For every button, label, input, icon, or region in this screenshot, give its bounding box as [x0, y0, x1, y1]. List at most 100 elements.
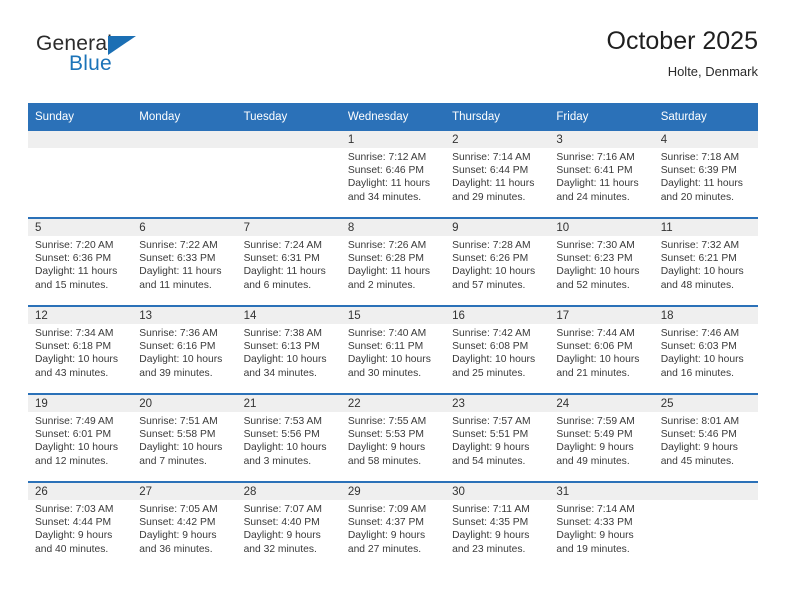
sunrise-text: Sunrise: 7:38 AM — [243, 328, 322, 339]
day-number: 6 — [132, 219, 237, 236]
day-details: Sunrise: 7:22 AM Sunset: 6:33 PM Daylight:… — [132, 236, 236, 292]
sunrise-text: Sunrise: 7:51 AM — [139, 416, 218, 427]
daylight-text-line1: Daylight: 10 hours — [347, 354, 431, 366]
calendar-day-cell[interactable]: 27 Sunrise: 7:05 AM Sunset: 4:42 PM Dayligh… — [132, 481, 237, 569]
daylight-text-line2: and 36 minutes. — [139, 543, 213, 555]
day-number: 30 — [445, 483, 550, 500]
calendar-day-cell[interactable]: 22 Sunrise: 7:55 AM Sunset: 5:53 PM Dayligh… — [340, 393, 446, 482]
sunrise-text: Sunrise: 7:49 AM — [35, 416, 114, 427]
calendar-day-cell[interactable]: 23 Sunrise: 7:57 AM Sunset: 5:51 PM Dayligh… — [445, 393, 550, 482]
calendar-day-cell[interactable]: 2 Sunrise: 7:14 AM Sunset: 6:44 PM Daylight… — [445, 131, 550, 218]
sunrise-text: Sunrise: 7:30 AM — [556, 240, 635, 251]
sunset-text: Sunset: 6:46 PM — [347, 165, 424, 177]
weekday-header-monday: Monday — [132, 103, 237, 131]
calendar-day-cell[interactable]: 12 Sunrise: 7:34 AM Sunset: 6:18 PM Dayligh… — [28, 305, 133, 394]
sunset-text: Sunset: 4:35 PM — [452, 517, 529, 529]
calendar-day-cell[interactable]: 4 Sunrise: 7:18 AM Sunset: 6:39 PM Daylight… — [653, 131, 758, 218]
calendar-day-cell[interactable]: 31 Sunrise: 7:14 AM Sunset: 4:33 PM Dayligh… — [549, 481, 654, 569]
calendar-cell-inner: 8 Sunrise: 7:26 AM Sunset: 6:28 PM Daylight… — [340, 219, 446, 305]
sunrise-text: Sunrise: 7:59 AM — [556, 416, 635, 427]
daylight-text-line2: and 58 minutes. — [347, 455, 422, 467]
daylight-text-line1: Daylight: 9 hours — [452, 530, 530, 542]
calendar-day-cell[interactable]: 8 Sunrise: 7:26 AM Sunset: 6:28 PM Daylight… — [340, 217, 446, 306]
calendar-table: Sunday Monday Tuesday Wednesday Thursday… — [28, 103, 758, 569]
daylight-text-line1: Daylight: 9 hours — [452, 442, 530, 454]
daylight-text-line2: and 30 minutes. — [347, 367, 422, 379]
sunset-text: Sunset: 6:18 PM — [35, 341, 112, 353]
day-number — [132, 131, 237, 148]
daylight-text-line1: Daylight: 10 hours — [660, 266, 744, 278]
calendar-body: 1 Sunrise: 7:12 AM Sunset: 6:46 PM Daylight… — [28, 131, 758, 569]
calendar-day-cell[interactable]: 10 Sunrise: 7:30 AM Sunset: 6:23 PM Dayligh… — [549, 217, 654, 306]
calendar-day-cell[interactable]: 7 Sunrise: 7:24 AM Sunset: 6:31 PM Daylight… — [236, 217, 341, 306]
calendar-day-cell[interactable]: 21 Sunrise: 7:53 AM Sunset: 5:56 PM Dayligh… — [236, 393, 341, 482]
day-details: Sunrise: 7:14 AM Sunset: 4:33 PM Daylight:… — [549, 500, 653, 556]
calendar-day-cell[interactable]: 24 Sunrise: 7:59 AM Sunset: 5:49 PM Dayligh… — [549, 393, 654, 482]
sunrise-text: Sunrise: 7:12 AM — [347, 152, 427, 163]
daylight-text-line1: Daylight: 10 hours — [35, 354, 118, 366]
daylight-text-line1: Daylight: 9 hours — [660, 442, 738, 454]
calendar-day-cell[interactable]: 1 Sunrise: 7:12 AM Sunset: 6:46 PM Daylight… — [340, 131, 446, 218]
calendar-day-cell[interactable]: 30 Sunrise: 7:11 AM Sunset: 4:35 PM Dayligh… — [445, 481, 550, 569]
daylight-text-line1: Daylight: 9 hours — [243, 530, 321, 542]
calendar-cell-inner: 10 Sunrise: 7:30 AM Sunset: 6:23 PM Dayligh… — [549, 219, 654, 305]
weekday-header-thursday: Thursday — [445, 103, 550, 131]
calendar-cell-inner: 14 Sunrise: 7:38 AM Sunset: 6:13 PM Dayligh… — [236, 307, 341, 393]
daylight-text-line2: and 45 minutes. — [660, 455, 734, 467]
day-details: Sunrise: 7:05 AM Sunset: 4:42 PM Daylight:… — [132, 500, 236, 556]
sunrise-text: Sunrise: 7:22 AM — [139, 240, 218, 251]
day-number: 21 — [236, 395, 341, 412]
calendar-day-cell[interactable]: 26 Sunrise: 7:03 AM Sunset: 4:44 PM Dayligh… — [28, 481, 133, 569]
calendar-cell-inner: 26 Sunrise: 7:03 AM Sunset: 4:44 PM Dayligh… — [28, 483, 133, 569]
day-number: 29 — [340, 483, 446, 500]
daylight-text-line1: Daylight: 11 hours — [452, 178, 535, 190]
calendar-cell-inner: 24 Sunrise: 7:59 AM Sunset: 5:49 PM Dayligh… — [549, 395, 654, 481]
calendar-day-cell[interactable]: 18 Sunrise: 7:46 AM Sunset: 6:03 PM Dayligh… — [653, 305, 758, 394]
day-details: Sunrise: 7:49 AM Sunset: 6:01 PM Daylight:… — [28, 412, 132, 468]
day-number: 7 — [236, 219, 341, 236]
sunrise-text: Sunrise: 7:40 AM — [347, 328, 427, 339]
weekday-header-friday: Friday — [549, 103, 654, 131]
calendar-day-cell[interactable]: 11 Sunrise: 7:32 AM Sunset: 6:21 PM Dayligh… — [653, 217, 758, 306]
calendar-cell-inner — [132, 131, 237, 217]
day-details: Sunrise: 7:51 AM Sunset: 5:58 PM Daylight:… — [132, 412, 236, 468]
calendar-day-cell[interactable]: 17 Sunrise: 7:44 AM Sunset: 6:06 PM Dayligh… — [549, 305, 654, 394]
calendar-day-cell[interactable]: 15 Sunrise: 7:40 AM Sunset: 6:11 PM Dayligh… — [340, 305, 446, 394]
brand-logo[interactable]: General Blue — [36, 32, 256, 92]
calendar-day-cell[interactable]: 5 Sunrise: 7:20 AM Sunset: 6:36 PM Daylight… — [28, 217, 133, 306]
daylight-text-line1: Daylight: 10 hours — [660, 354, 744, 366]
calendar-day-cell[interactable]: 9 Sunrise: 7:28 AM Sunset: 6:26 PM Daylight… — [445, 217, 550, 306]
calendar-cell-inner: 2 Sunrise: 7:14 AM Sunset: 6:44 PM Daylight… — [445, 131, 550, 217]
day-number: 1 — [340, 131, 446, 148]
calendar-day-cell[interactable]: 25 Sunrise: 8:01 AM Sunset: 5:46 PM Dayligh… — [653, 393, 758, 482]
calendar-day-cell[interactable]: 28 Sunrise: 7:07 AM Sunset: 4:40 PM Dayligh… — [236, 481, 341, 569]
day-details: Sunrise: 7:28 AM Sunset: 6:26 PM Daylight:… — [445, 236, 549, 292]
calendar-cell-empty — [653, 481, 758, 569]
sunrise-text: Sunrise: 7:05 AM — [139, 504, 218, 515]
calendar-cell-inner: 11 Sunrise: 7:32 AM Sunset: 6:21 PM Dayligh… — [653, 219, 758, 305]
day-details: Sunrise: 7:18 AM Sunset: 6:39 PM Daylight:… — [654, 148, 758, 204]
calendar-cell-inner: 18 Sunrise: 7:46 AM Sunset: 6:03 PM Dayligh… — [653, 307, 758, 393]
calendar-cell-inner: 15 Sunrise: 7:40 AM Sunset: 6:11 PM Dayligh… — [340, 307, 446, 393]
day-details: Sunrise: 7:20 AM Sunset: 6:36 PM Daylight:… — [28, 236, 132, 292]
calendar-day-cell[interactable]: 29 Sunrise: 7:09 AM Sunset: 4:37 PM Dayligh… — [340, 481, 446, 569]
daylight-text-line2: and 24 minutes. — [556, 191, 630, 203]
calendar-day-cell[interactable]: 20 Sunrise: 7:51 AM Sunset: 5:58 PM Dayligh… — [132, 393, 237, 482]
day-details: Sunrise: 7:40 AM Sunset: 6:11 PM Daylight:… — [341, 324, 445, 380]
calendar-day-cell[interactable]: 14 Sunrise: 7:38 AM Sunset: 6:13 PM Dayligh… — [236, 305, 341, 394]
day-number: 19 — [28, 395, 133, 412]
day-number: 25 — [653, 395, 758, 412]
calendar-day-cell[interactable]: 13 Sunrise: 7:36 AM Sunset: 6:16 PM Dayligh… — [132, 305, 237, 394]
day-number: 22 — [340, 395, 446, 412]
calendar-cell-inner: 30 Sunrise: 7:11 AM Sunset: 4:35 PM Dayligh… — [445, 483, 550, 569]
sunrise-text: Sunrise: 7:34 AM — [35, 328, 114, 339]
calendar-day-cell[interactable]: 6 Sunrise: 7:22 AM Sunset: 6:33 PM Daylight… — [132, 217, 237, 306]
calendar-day-cell[interactable]: 3 Sunrise: 7:16 AM Sunset: 6:41 PM Daylight… — [549, 131, 654, 218]
calendar-day-cell[interactable]: 19 Sunrise: 7:49 AM Sunset: 6:01 PM Dayligh… — [28, 393, 133, 482]
calendar-day-cell[interactable]: 16 Sunrise: 7:42 AM Sunset: 6:08 PM Dayligh… — [445, 305, 550, 394]
calendar-cell-empty — [28, 131, 133, 218]
calendar-cell-empty — [236, 131, 341, 218]
day-number: 13 — [132, 307, 237, 324]
daylight-text-line1: Daylight: 10 hours — [35, 442, 118, 454]
calendar-cell-inner: 16 Sunrise: 7:42 AM Sunset: 6:08 PM Dayligh… — [445, 307, 550, 393]
